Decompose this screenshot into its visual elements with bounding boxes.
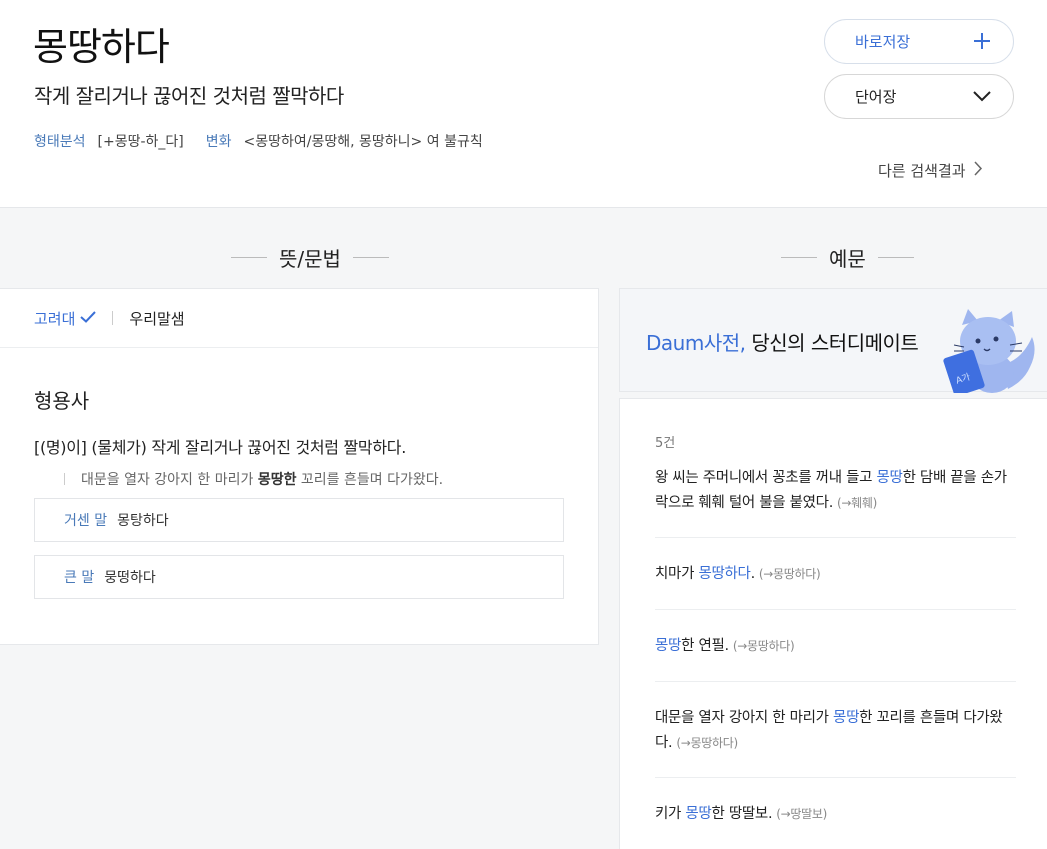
example-post: 한 연필.	[681, 638, 729, 654]
example-pre: 왕 씨는 주머니에서 꽁초를 꺼내 들고	[655, 470, 877, 486]
meaning-title-text: 뜻/문법	[279, 247, 341, 271]
title-line	[781, 257, 817, 258]
example-pre: 키가	[655, 806, 686, 822]
related-key: 거센 말	[64, 513, 108, 529]
change-value: <몽땅하여/몽땅해, 몽땅하니> 여 불규칙	[243, 134, 483, 150]
entry-header: 몽땅하다 작게 잘리거나 끊어진 것처럼 짤막하다 형태분석 [+몽땅-하_다] 변…	[0, 0, 1047, 208]
example-highlight[interactable]: 몽땅	[685, 806, 711, 822]
chevron-right-icon	[966, 161, 983, 180]
definition-example: 대문을 열자 강아지 한 마리가 몽땅한 꼬리를 흔들며 다가왔다.	[64, 469, 443, 489]
example-post: 꼬리를 흔들며 다가왔다.	[296, 472, 444, 488]
examples-title-text: 예문	[829, 247, 866, 271]
banner-text: Daum사전, 당신의 스터디메이트	[646, 327, 919, 356]
example-pre: 치마가	[655, 566, 699, 582]
vocab-dropdown[interactable]: 단어장	[824, 74, 1014, 119]
related-value: 뭉떵하다	[104, 570, 156, 586]
examples-section-title: 예문	[769, 243, 926, 272]
chevron-down-icon	[973, 87, 991, 106]
example-post: .	[750, 566, 756, 582]
related-word-box[interactable]: 거센 말 몽탕하다	[34, 498, 564, 542]
example-post: 한 땅딸보.	[711, 806, 773, 822]
divider	[655, 777, 1016, 778]
tab-korea-univ[interactable]: 고려대	[34, 308, 97, 329]
definition: [(명)이] (물체가) 작게 잘리거나 끊어진 것처럼 짤막하다.	[34, 438, 406, 457]
change-label: 변화	[205, 134, 232, 150]
entry-meta: 형태분석 [+몽땅-하_다] 변화 <몽땅하여/몽땅해, 몽땅하니> 여 불규칙	[34, 131, 505, 151]
example-text: 대문을 열자 강아지 한 마리가 몽땅한 꼬리를 흔들며 다가왔다.	[81, 469, 443, 489]
plus-icon	[973, 30, 991, 54]
title-line	[231, 257, 267, 258]
example-source[interactable]: (→땅딸보)	[776, 807, 827, 821]
related-value: 몽탕하다	[117, 513, 169, 529]
meaning-panel: 고려대 우리말샘 형용사 [(명)이] (물체가) 작게 잘리거나 끊어진 것처…	[0, 288, 599, 645]
promo-banner[interactable]: Daum사전, 당신의 스터디메이트 A가	[619, 288, 1047, 397]
examples-count: 5건	[655, 436, 676, 451]
example-highlight[interactable]: 몽땅	[655, 638, 681, 654]
example-bar	[64, 473, 65, 485]
example-highlight[interactable]: 몽땅	[876, 470, 902, 486]
check-icon	[75, 309, 97, 327]
related-word-box[interactable]: 큰 말 뭉떵하다	[34, 555, 564, 599]
example-item: 치마가 몽땅하다. (→몽땅하다)	[655, 562, 1016, 587]
morph-value: [+몽땅-하_다]	[97, 134, 184, 150]
example-pre: 대문을 열자 강아지 한 마리가	[655, 710, 834, 726]
cat-mascot: A가	[940, 305, 1040, 397]
title-line	[877, 257, 914, 258]
morph-label: 형태분석	[34, 134, 86, 150]
banner-brand: Daum사전,	[646, 331, 746, 355]
example-highlight[interactable]: 몽땅	[833, 710, 859, 726]
example-source[interactable]: (→훼훼)	[837, 496, 877, 510]
part-of-speech: 형용사	[34, 389, 90, 413]
entry-word: 몽땅하다	[33, 25, 170, 69]
example-item: 대문을 열자 강아지 한 마리가 몽땅한 꼬리를 흔들며 다가왔다. (→몽땅하다…	[655, 706, 1016, 756]
example-pre: 대문을 열자 강아지 한 마리가	[81, 472, 258, 488]
tab-korea-univ-label: 고려대	[34, 309, 76, 328]
dictionary-tabs: 고려대 우리말샘	[0, 289, 598, 348]
tab-divider	[112, 311, 114, 325]
meaning-section-title: 뜻/문법	[219, 243, 401, 272]
example-item: 키가 몽땅한 땅딸보. (→땅딸보)	[655, 802, 1016, 827]
banner-slogan: 당신의 스터디메이트	[745, 331, 919, 355]
related-key: 큰 말	[64, 570, 95, 586]
divider	[655, 681, 1016, 682]
save-button[interactable]: 바로저장	[824, 19, 1014, 64]
example-bold: 몽땅한	[257, 472, 297, 488]
title-line	[352, 257, 389, 258]
vocab-dropdown-label: 단어장	[855, 88, 897, 106]
example-item: 왕 씨는 주머니에서 꽁초를 꺼내 들고 몽땅한 담배 끝을 손가락으로 훼훼 …	[655, 466, 1016, 516]
example-source[interactable]: (→몽땅하다)	[733, 639, 795, 653]
example-source[interactable]: (→몽땅하다)	[676, 736, 738, 750]
other-results-label: 다른 검색결과	[878, 162, 966, 180]
example-highlight[interactable]: 몽땅하다	[698, 566, 750, 582]
other-results-link[interactable]: 다른 검색결과	[878, 160, 983, 181]
save-button-label: 바로저장	[855, 33, 911, 51]
example-item: 몽땅한 연필. (→몽땅하다)	[655, 634, 1016, 659]
examples-panel: 5건 왕 씨는 주머니에서 꽁초를 꺼내 들고 몽땅한 담배 끝을 손가락으로 …	[619, 398, 1047, 849]
divider	[655, 537, 1016, 538]
divider	[655, 609, 1016, 610]
entry-summary: 작게 잘리거나 끊어진 것처럼 짤막하다	[34, 84, 344, 108]
tab-urimalsaem[interactable]: 우리말샘	[129, 308, 184, 329]
example-source[interactable]: (→몽땅하다)	[759, 567, 821, 581]
